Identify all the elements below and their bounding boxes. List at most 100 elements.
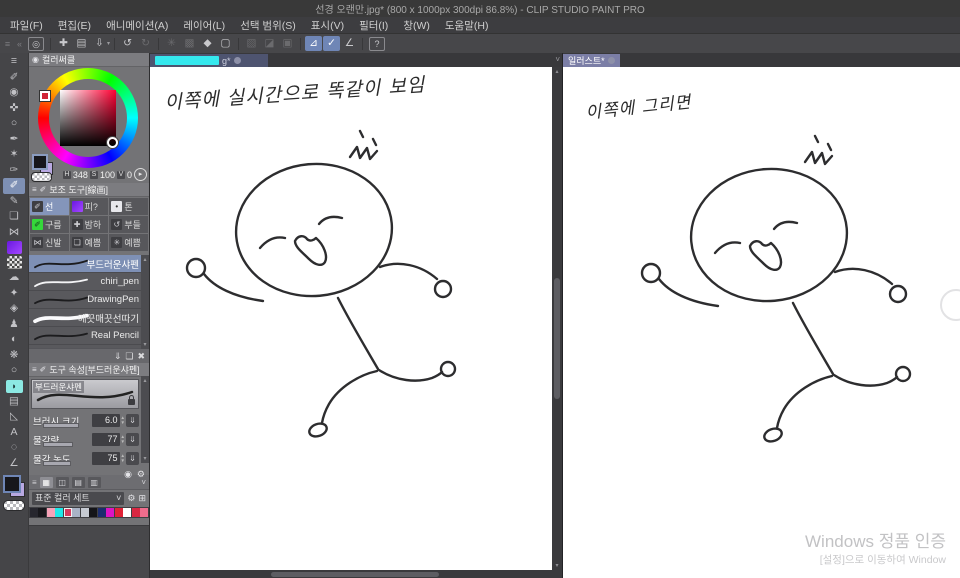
menu-file[interactable]: 파일(F) <box>10 18 43 33</box>
paint-amount-value[interactable]: 77 <box>91 433 120 446</box>
scrollbar-thumb[interactable] <box>554 278 560 399</box>
ellipse-select-tool[interactable]: ◌ <box>3 440 25 456</box>
operation-tool[interactable]: ◉ <box>3 85 25 101</box>
airbrush-tool[interactable]: ✦ <box>3 286 25 302</box>
brush-item-soft-pencil[interactable]: 부드러운샤펜 <box>29 255 149 273</box>
slider-download-icon[interactable]: ⇓ <box>126 452 139 465</box>
ink-pen-tool[interactable]: ✑ <box>3 163 25 179</box>
save-file-button[interactable]: ⇩ <box>91 36 108 51</box>
color-swatch[interactable] <box>114 508 123 517</box>
brush-item-smooth-line[interactable]: 매끗매끗선따기 <box>29 309 149 327</box>
hue-marker[interactable] <box>40 91 50 101</box>
selection-launcher-button[interactable]: ▣ <box>279 36 296 51</box>
selection-border-button[interactable]: ▧ <box>243 36 260 51</box>
scroll-down-icon[interactable]: ▾ <box>552 562 562 569</box>
brush-tool[interactable]: ✐ <box>3 70 25 86</box>
tool-property-scrollbar[interactable]: ▴ ▾ <box>141 376 149 463</box>
scroll-up-icon[interactable]: ▴ <box>552 68 562 75</box>
menu-animation[interactable]: 애니메이션(A) <box>106 18 168 33</box>
color-swatch[interactable] <box>46 508 55 517</box>
document-tab-right[interactable]: 일러스트* <box>563 54 620 67</box>
color-wheel-header[interactable]: ◉ 컬러써클 <box>29 53 149 67</box>
pen-tool[interactable]: ✒ <box>3 132 25 148</box>
tool-dock-menu-icon[interactable]: ≡ <box>3 54 25 70</box>
slider-download-icon[interactable]: ⇓ <box>126 414 139 427</box>
color-swatch[interactable] <box>38 508 47 517</box>
color-swatch[interactable] <box>106 508 115 517</box>
stepper-icon[interactable]: ▲ ▼ <box>121 434 125 444</box>
tone-tool[interactable] <box>6 256 22 269</box>
new-canvas-button[interactable]: ✚ <box>55 36 72 51</box>
lasso-tool[interactable]: ○ <box>3 116 25 132</box>
save-file-button-caret[interactable]: ▾ <box>107 40 110 47</box>
subtool-item-pretty1[interactable]: ❏ 예쁨 <box>69 234 109 251</box>
move-tool[interactable]: ✜ <box>3 101 25 117</box>
close-icon[interactable] <box>607 57 615 64</box>
subtool-header[interactable]: ≡ ✐ 보조 도구[線画] <box>29 183 149 197</box>
chevron-down-icon[interactable]: ˅ <box>555 55 560 64</box>
stamp-tool[interactable]: ♟ <box>3 317 25 333</box>
transparent-mini-swatch[interactable] <box>31 172 52 182</box>
subtool-item-nightsky[interactable]: ✚ 밤하 <box>69 216 109 233</box>
horizontal-scrollbar[interactable] <box>150 570 552 578</box>
color-swatch[interactable] <box>140 508 149 517</box>
menu-help[interactable]: 도움말(H) <box>445 18 489 33</box>
stepper-icon[interactable]: ▲ ▼ <box>121 415 125 425</box>
redo-button[interactable]: ↻ <box>137 36 154 51</box>
deselect-button[interactable]: ✳ <box>163 36 180 51</box>
paint-density-value[interactable]: 75 <box>91 452 120 465</box>
import-brush-icon[interactable]: ⇓ <box>114 351 122 362</box>
menu-window[interactable]: 창(W) <box>403 18 430 33</box>
panel-menu-icon[interactable]: ≡ <box>32 365 37 374</box>
edit-color-set-icon[interactable]: ⚙ <box>127 493 135 504</box>
decoration-tool[interactable]: ❋ <box>3 348 25 364</box>
color-set-select[interactable]: 표준 컬러 세트 ˅ <box>32 492 125 505</box>
drawing-pen-tool[interactable]: ✐ <box>3 178 25 194</box>
selection-mask-button[interactable]: ◪ <box>261 36 278 51</box>
saturation-value-square[interactable] <box>60 90 116 146</box>
color-swatch[interactable] <box>72 508 81 517</box>
blend-tool[interactable]: ☁ <box>3 270 25 286</box>
crop-button[interactable]: ▢ <box>217 36 234 51</box>
layer-move-tool[interactable]: ❏ <box>3 209 25 225</box>
subtool-item-line[interactable]: ✐ 선 <box>30 198 69 215</box>
clip-studio-logo-icon[interactable]: ◎ <box>28 36 44 51</box>
delete-brush-icon[interactable]: ✖ <box>137 351 145 362</box>
menu-layer[interactable]: 레이어(L) <box>183 18 225 33</box>
color-swatch[interactable] <box>80 508 89 517</box>
scrollbar-thumb[interactable] <box>270 571 440 577</box>
brush-size-value[interactable]: 6.0 <box>91 414 120 427</box>
sv-marker[interactable] <box>107 137 118 148</box>
polyline-tool[interactable]: ◺ <box>3 409 25 425</box>
line-correction-tool[interactable]: ∠ <box>3 456 25 472</box>
add-swatch-icon[interactable]: ⊞ <box>138 493 146 504</box>
snap-special-ruler-toggle[interactable]: ✓ <box>323 36 341 51</box>
reselect-button[interactable]: ▩ <box>181 36 198 51</box>
eraser-tool[interactable]: ◈ <box>3 301 25 317</box>
help-button[interactable]: ? <box>369 36 386 51</box>
slider-brush-size[interactable]: 브러시 크기 6.0 ▲ ▼ ⇓ <box>29 411 149 430</box>
foreground-color-swatch[interactable] <box>3 475 21 493</box>
auto-select-tool[interactable]: ✶ <box>3 147 25 163</box>
brush-item-chiri-pen[interactable]: chiri_pen <box>29 273 149 291</box>
brush-item-drawing-pen[interactable]: DrawingPen <box>29 291 149 309</box>
stepper-icon[interactable]: ▲ ▼ <box>121 453 125 463</box>
snap-ruler-toggle[interactable]: ⊿ <box>305 36 323 51</box>
canvas-right[interactable]: 이쪽에 그리면 Windows 정품 인증 [설정]으로 이동하여 Window <box>563 67 960 578</box>
figure-tool[interactable]: ○ <box>3 363 25 379</box>
undo-button[interactable]: ↺ <box>119 36 136 51</box>
vertical-scrollbar[interactable]: ▴ ▾ <box>552 67 562 570</box>
pencil-tool[interactable]: ✎ <box>3 194 25 210</box>
brush-item-real-pencil[interactable]: Real Pencil <box>29 327 149 345</box>
wrench-icon[interactable]: ⚙ <box>137 469 145 480</box>
transparent-color-swatch[interactable] <box>3 500 25 511</box>
color-swatch[interactable] <box>123 508 132 517</box>
slider-paint-density[interactable]: 물감 농도 75 ▲ ▼ ⇓ <box>29 449 149 468</box>
panel-menu-icon[interactable]: ≡ <box>32 185 37 194</box>
gradient-tool[interactable] <box>6 241 22 254</box>
color-swatch[interactable] <box>63 508 72 517</box>
menu-filter[interactable]: 필터(I) <box>359 18 388 33</box>
subtool-item-skin[interactable]: 피? <box>69 198 109 215</box>
frame-border-tool[interactable]: ▤ <box>3 394 25 410</box>
subtool-item-tone[interactable]: • 톤 <box>109 198 148 215</box>
